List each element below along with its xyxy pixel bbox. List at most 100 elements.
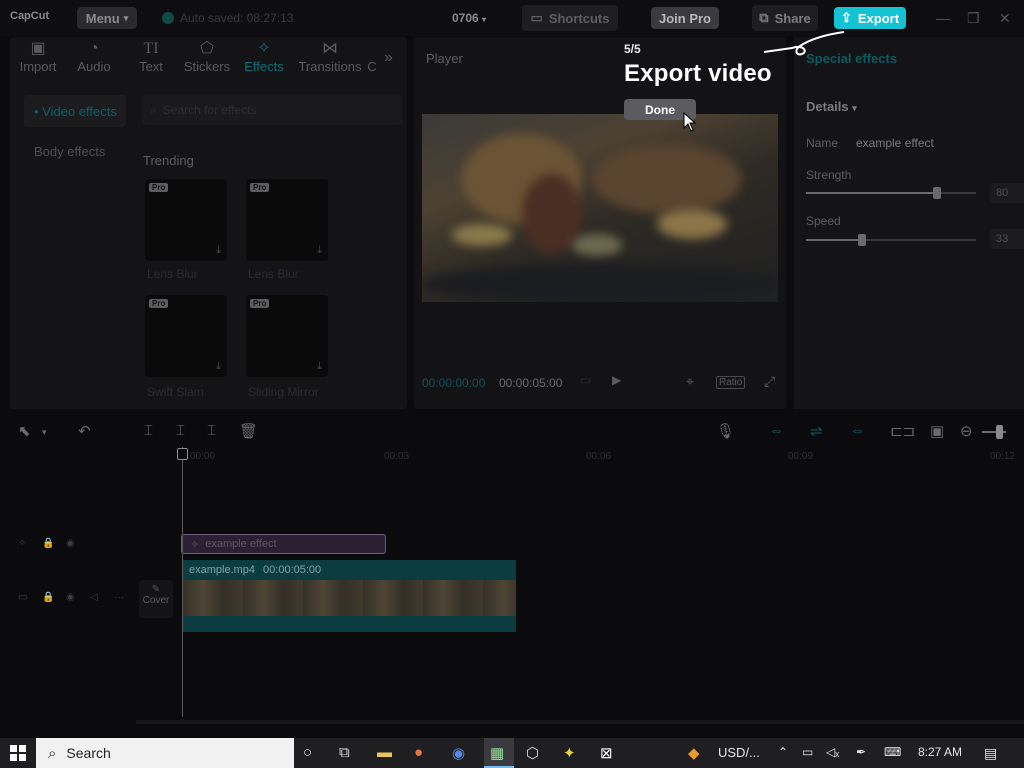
task-view-icon[interactable]: ⧉ bbox=[339, 744, 350, 761]
chevron-down-icon[interactable]: ▾ bbox=[42, 427, 47, 438]
effect-clip-icon: ✧ bbox=[190, 538, 200, 551]
split-right-icon[interactable]: ⌶ bbox=[207, 422, 216, 439]
fit-icon[interactable]: ⌖ bbox=[686, 373, 694, 390]
timeline-toolbar: ⬉ ▾ ↶ ⌶ ⌶ ⌶ 🗑 🎙 ⇔ ⇌ ⇔ ⊏⊐ ▣ ⊖ bbox=[0, 417, 1024, 447]
taskbar-search[interactable]: ⌕ Search bbox=[36, 738, 294, 768]
tab-text[interactable]: TI Text bbox=[123, 39, 179, 74]
tab-transitions[interactable]: ⋈ Transitions bbox=[294, 39, 366, 74]
microphone-icon[interactable]: 🎙 bbox=[716, 422, 735, 440]
video-clip[interactable]: example.mp4 00:00:05:00 bbox=[183, 560, 516, 632]
join-pro-button[interactable]: Join Pro bbox=[651, 7, 719, 29]
effect-card[interactable]: Pro ⤓ bbox=[246, 295, 328, 377]
audio-mute-icon[interactable]: ◁ bbox=[90, 592, 98, 603]
autosave-status: Auto saved: 08:27:13 bbox=[162, 11, 293, 25]
ruler-label: 00:12 bbox=[990, 451, 1016, 462]
export-button[interactable]: ⇪ Export bbox=[834, 7, 906, 29]
download-icon[interactable]: ⤓ bbox=[216, 360, 221, 373]
lock-icon[interactable]: 🔒 bbox=[42, 592, 54, 603]
video-preview[interactable] bbox=[422, 114, 778, 302]
name-value[interactable]: example effect bbox=[856, 136, 934, 150]
side-item-video-effects[interactable]: • Video effects bbox=[24, 95, 126, 127]
search-input[interactable]: ⌕ Search for effects bbox=[142, 95, 402, 125]
delete-icon[interactable]: 🗑 bbox=[239, 422, 258, 440]
eye-icon[interactable]: ◉ bbox=[66, 538, 75, 549]
effect-card[interactable]: Pro ⤓ bbox=[145, 179, 227, 261]
shortcuts-button[interactable]: ▭ Shortcuts bbox=[522, 5, 618, 31]
restore-icon[interactable]: ❐ bbox=[967, 10, 980, 27]
linkage-icon[interactable]: ⇔ bbox=[850, 422, 865, 439]
auto-snap-icon[interactable]: ⇌ bbox=[810, 422, 823, 440]
main-track-magnet-icon[interactable]: ⇔ bbox=[769, 422, 784, 439]
ratio-button[interactable]: Ratio bbox=[716, 376, 746, 389]
split-icon[interactable]: ⌶ bbox=[144, 422, 153, 439]
expand-tabs-icon[interactable]: » bbox=[384, 49, 393, 67]
download-icon[interactable]: ⤓ bbox=[317, 244, 322, 257]
minimize-icon[interactable]: — bbox=[936, 10, 950, 26]
download-icon[interactable]: ⤓ bbox=[216, 244, 221, 257]
speed-label: Speed bbox=[806, 214, 841, 228]
strength-value[interactable]: 80 bbox=[990, 183, 1024, 203]
project-name[interactable]: 0706 ▾ bbox=[452, 11, 486, 25]
menu-button[interactable]: Menu ▾ bbox=[77, 7, 137, 29]
split-left-icon[interactable]: ⌶ bbox=[176, 422, 185, 439]
chrome-icon[interactable]: ◉ bbox=[452, 744, 465, 762]
pen-icon[interactable]: ✒ bbox=[856, 745, 866, 759]
3d-app-icon[interactable]: ⬡ bbox=[526, 744, 539, 762]
details-heading[interactable]: Details ▾ bbox=[806, 99, 857, 114]
zoom-out-icon[interactable]: ⊖ bbox=[960, 422, 973, 440]
speed-knob[interactable] bbox=[858, 234, 866, 246]
picture-in-picture-icon[interactable]: ▣ bbox=[930, 422, 944, 440]
close-icon[interactable]: ✕ bbox=[999, 10, 1011, 27]
play-icon[interactable]: ▶ bbox=[612, 373, 621, 387]
effect-card[interactable]: Pro ⤓ bbox=[145, 295, 227, 377]
search-icon: ⌕ bbox=[150, 102, 157, 117]
file-explorer-icon[interactable]: ▬ bbox=[377, 744, 392, 761]
strength-knob[interactable] bbox=[933, 187, 941, 199]
timecode-format-icon[interactable]: ▭ bbox=[580, 373, 591, 387]
effect-clip[interactable]: ✧ example effect bbox=[181, 534, 386, 554]
speed-value[interactable]: 33 bbox=[990, 229, 1024, 249]
tab-effects[interactable]: ✧ Effects bbox=[236, 39, 292, 74]
tour-arrow bbox=[763, 31, 845, 56]
volume-muted-icon[interactable]: ◁ₓ bbox=[826, 745, 839, 759]
fullscreen-icon[interactable]: ⤢ bbox=[764, 373, 775, 390]
cortana-icon[interactable]: ○ bbox=[303, 744, 312, 761]
tab-audio[interactable]: ◔ Audio bbox=[66, 39, 122, 74]
tab-label: Stickers bbox=[183, 59, 231, 74]
start-button[interactable] bbox=[0, 738, 36, 768]
zoom-knob[interactable] bbox=[996, 425, 1003, 439]
download-icon[interactable]: ⤓ bbox=[317, 360, 322, 373]
preview-axis-icon[interactable]: ⊏⊐ bbox=[890, 422, 915, 440]
effect-card[interactable]: Pro ⤓ bbox=[246, 179, 328, 261]
more-options-icon[interactable]: ··· bbox=[114, 592, 124, 603]
tab-import[interactable]: ▣ Import bbox=[10, 39, 66, 74]
playhead-handle[interactable] bbox=[177, 448, 188, 460]
notification-icon[interactable]: ▤ bbox=[984, 745, 997, 762]
eye-icon[interactable]: ◉ bbox=[66, 592, 75, 603]
strength-label: Strength bbox=[806, 168, 852, 182]
cursor-icon bbox=[683, 112, 697, 132]
cover-button[interactable]: ✎ Cover bbox=[139, 580, 173, 618]
tab-more[interactable]: C bbox=[364, 39, 380, 74]
tab-stickers[interactable]: ⬠ Stickers bbox=[178, 39, 236, 74]
visual-studio-icon[interactable]: ✦ bbox=[563, 744, 576, 762]
undo-icon[interactable]: ↶ bbox=[78, 422, 91, 440]
side-item-body-effects[interactable]: Body effects bbox=[24, 135, 126, 167]
check-icon bbox=[162, 12, 174, 24]
chevron-down-icon: ▾ bbox=[123, 12, 129, 23]
tab-label: Import bbox=[19, 59, 57, 74]
playhead[interactable] bbox=[182, 447, 183, 717]
video-thumbnails bbox=[183, 580, 516, 616]
network-icon[interactable]: ▭ bbox=[802, 745, 813, 759]
chevron-up-icon[interactable]: ⌃ bbox=[778, 745, 788, 759]
currency-widget[interactable]: USD/... bbox=[718, 745, 760, 760]
keyboard-icon[interactable]: ⌨ bbox=[884, 745, 901, 759]
horizontal-scrollbar[interactable] bbox=[136, 720, 1024, 724]
capcut-taskbar-icon[interactable]: ⊠ bbox=[600, 744, 613, 762]
select-tool-icon[interactable]: ⬉ bbox=[18, 422, 31, 440]
clock[interactable]: 8:27 AM bbox=[918, 745, 962, 759]
lock-icon[interactable]: 🔒 bbox=[42, 538, 54, 549]
autosave-text: Auto saved: 08:27:13 bbox=[180, 11, 294, 25]
effects-panel: ▣ Import ◔ Audio TI Text ⬠ Stickers ✧ Effects… bbox=[10, 37, 407, 409]
firefox-icon[interactable]: ● bbox=[414, 744, 423, 761]
